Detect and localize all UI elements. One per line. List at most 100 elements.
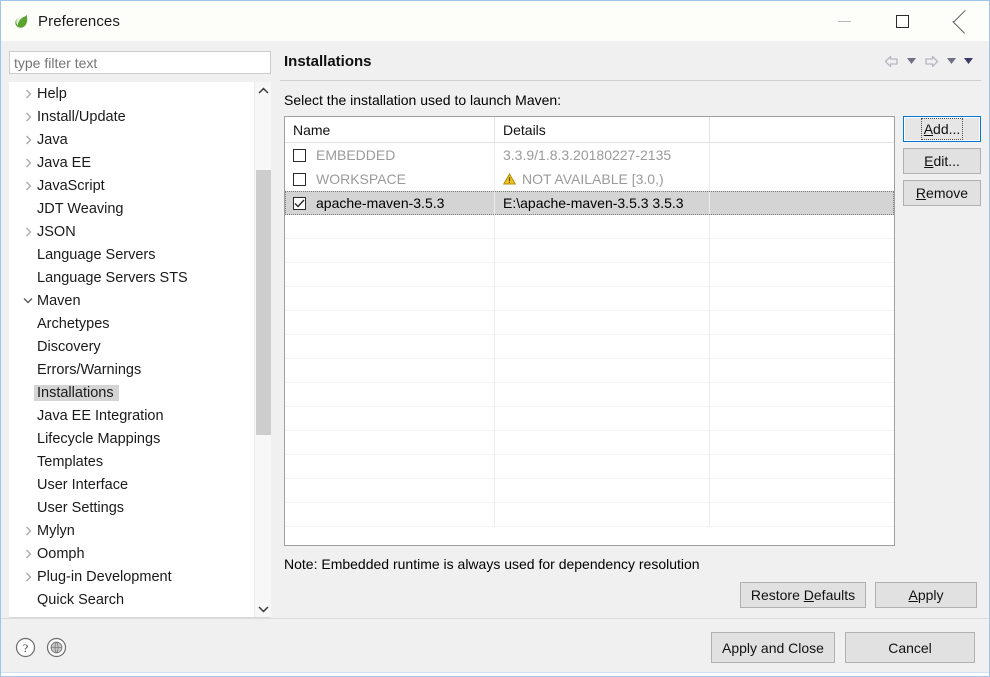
tree-item-templates[interactable]: Templates: [9, 450, 254, 473]
back-history-dropdown[interactable]: [904, 51, 918, 71]
remove-button-label: Remove: [915, 185, 969, 201]
edit-button-label: Edit...: [924, 153, 960, 169]
tree-item-label: Discovery: [37, 338, 101, 355]
chevron-up-icon: [258, 87, 269, 94]
table-row[interactable]: WORKSPACE NOT AVAILABLE [3.0,): [285, 167, 894, 191]
tree-item-errors-warnings[interactable]: Errors/Warnings: [9, 358, 254, 381]
tree-item-discovery[interactable]: Discovery: [9, 335, 254, 358]
preferences-dialog: Preferences Help Install/Update Java Java E…: [0, 0, 990, 677]
tree-item-install-update[interactable]: Install/Update: [9, 105, 254, 128]
chevron-right-icon[interactable]: [19, 526, 37, 536]
tree-item-java-ee-integration[interactable]: Java EE Integration: [9, 404, 254, 427]
tree-item-json[interactable]: JSON: [9, 220, 254, 243]
tree-item-javascript[interactable]: JavaScript: [9, 174, 254, 197]
table-empty-cell: [495, 479, 710, 503]
installations-description: Select the installation used to launch M…: [284, 92, 562, 108]
tree-scrollbar[interactable]: [254, 82, 271, 617]
table-empty-cell: [710, 215, 894, 239]
remove-button[interactable]: Remove: [903, 180, 981, 206]
title-bar: Preferences: [1, 1, 989, 41]
table-row[interactable]: apache-maven-3.5.3 E:\apache-maven-3.5.3 …: [285, 191, 894, 215]
tree-item-label: Mylyn: [37, 522, 75, 539]
checkbox-unchecked[interactable]: [293, 172, 306, 186]
chevron-right-icon[interactable]: [19, 572, 37, 582]
tree-item-label: User Interface: [37, 476, 129, 493]
forward-button[interactable]: [921, 51, 941, 71]
view-menu-dropdown[interactable]: [961, 51, 975, 71]
checkbox-unchecked[interactable]: [293, 148, 306, 162]
column-header-blank[interactable]: [710, 117, 894, 142]
edit-button[interactable]: Edit...: [903, 148, 981, 174]
table-empty-cell: [710, 479, 894, 503]
cancel-button[interactable]: Cancel: [845, 632, 975, 663]
tree-item-plug-in-development[interactable]: Plug-in Development: [9, 565, 254, 588]
tree-item-oomph[interactable]: Oomph: [9, 542, 254, 565]
filter-input[interactable]: [9, 51, 271, 74]
tree-item-user-interface[interactable]: User Interface: [9, 473, 254, 496]
help-icon[interactable]: ?: [15, 637, 36, 658]
installation-details: NOT AVAILABLE [3.0,): [522, 171, 664, 187]
apply-button[interactable]: Apply: [875, 582, 977, 608]
table-empty-cell: [285, 359, 495, 383]
cell-blank: [710, 191, 894, 215]
chevron-right-icon[interactable]: [19, 89, 37, 99]
tree-item-user-settings[interactable]: User Settings: [9, 496, 254, 519]
scroll-down-button[interactable]: [255, 600, 271, 617]
tree-item-label: Java EE Integration: [37, 407, 164, 424]
checkbox-checked[interactable]: [293, 196, 306, 210]
chevron-right-icon[interactable]: [19, 112, 37, 122]
tree-item-java[interactable]: Java: [9, 128, 254, 151]
tree-item-java-ee[interactable]: Java EE: [9, 151, 254, 174]
installations-table[interactable]: Name Details EMBEDDED 3.3.9/1.8.3.2018022…: [284, 116, 895, 546]
tree-item-archetypes[interactable]: Archetypes: [9, 312, 254, 335]
tree-item-maven[interactable]: Maven: [9, 289, 254, 312]
column-header-name[interactable]: Name: [285, 117, 495, 142]
close-button[interactable]: [931, 1, 989, 41]
tree-item-jdt-weaving[interactable]: JDT Weaving: [9, 197, 254, 220]
installation-name: apache-maven-3.5.3: [316, 195, 445, 211]
apply-and-close-button[interactable]: Apply and Close: [711, 632, 835, 663]
chevron-right-icon[interactable]: [19, 135, 37, 145]
cancel-label: Cancel: [888, 639, 932, 656]
table-empty-cell: [495, 383, 710, 407]
table-empty-cell: [495, 503, 710, 527]
chevron-right-icon[interactable]: [19, 158, 37, 168]
chevron-right-icon[interactable]: [19, 181, 37, 191]
footer-buttons: Apply and Close Cancel: [711, 632, 975, 663]
tree-item-language-servers[interactable]: Language Servers: [9, 243, 254, 266]
arrow-right-icon: [924, 55, 938, 67]
globe-icon[interactable]: [46, 637, 67, 658]
table-empty-cell: [285, 479, 495, 503]
tree-item-mylyn[interactable]: Mylyn: [9, 519, 254, 542]
cell-details: 3.3.9/1.8.3.20180227-2135: [495, 143, 710, 167]
arrow-left-icon: [884, 55, 898, 67]
cell-name: EMBEDDED: [285, 143, 495, 167]
chevron-right-icon[interactable]: [19, 227, 37, 237]
table-empty-cell: [710, 287, 894, 311]
back-button[interactable]: [881, 51, 901, 71]
column-header-details[interactable]: Details: [495, 117, 710, 142]
tree-item-lifecycle-mappings[interactable]: Lifecycle Mappings: [9, 427, 254, 450]
table-empty-cell: [285, 383, 495, 407]
table-empty-row: [285, 311, 894, 335]
add-button[interactable]: Add...: [903, 116, 981, 142]
tree-item-installations[interactable]: Installations: [9, 381, 254, 404]
chevron-down-icon[interactable]: [19, 297, 37, 304]
chevron-right-icon[interactable]: [19, 549, 37, 559]
tree-item-quick-search[interactable]: Quick Search: [9, 588, 254, 611]
tree-item-language-servers-sts[interactable]: Language Servers STS: [9, 266, 254, 289]
cell-blank: [710, 167, 894, 191]
table-empty-cell: [495, 359, 710, 383]
installation-name: WORKSPACE: [316, 171, 406, 187]
restore-defaults-button[interactable]: Restore Defaults: [740, 582, 866, 608]
maximize-button[interactable]: [873, 1, 931, 41]
table-empty-row: [285, 335, 894, 359]
tree-item-help[interactable]: Help: [9, 82, 254, 105]
tree-item-label: JSON: [37, 223, 76, 240]
minimize-button[interactable]: [815, 1, 873, 41]
scrollbar-thumb[interactable]: [256, 170, 271, 435]
table-row[interactable]: EMBEDDED 3.3.9/1.8.3.20180227-2135: [285, 143, 894, 167]
forward-history-dropdown[interactable]: [944, 51, 958, 71]
installation-details: 3.3.9/1.8.3.20180227-2135: [503, 147, 672, 163]
scroll-up-button[interactable]: [255, 82, 271, 99]
